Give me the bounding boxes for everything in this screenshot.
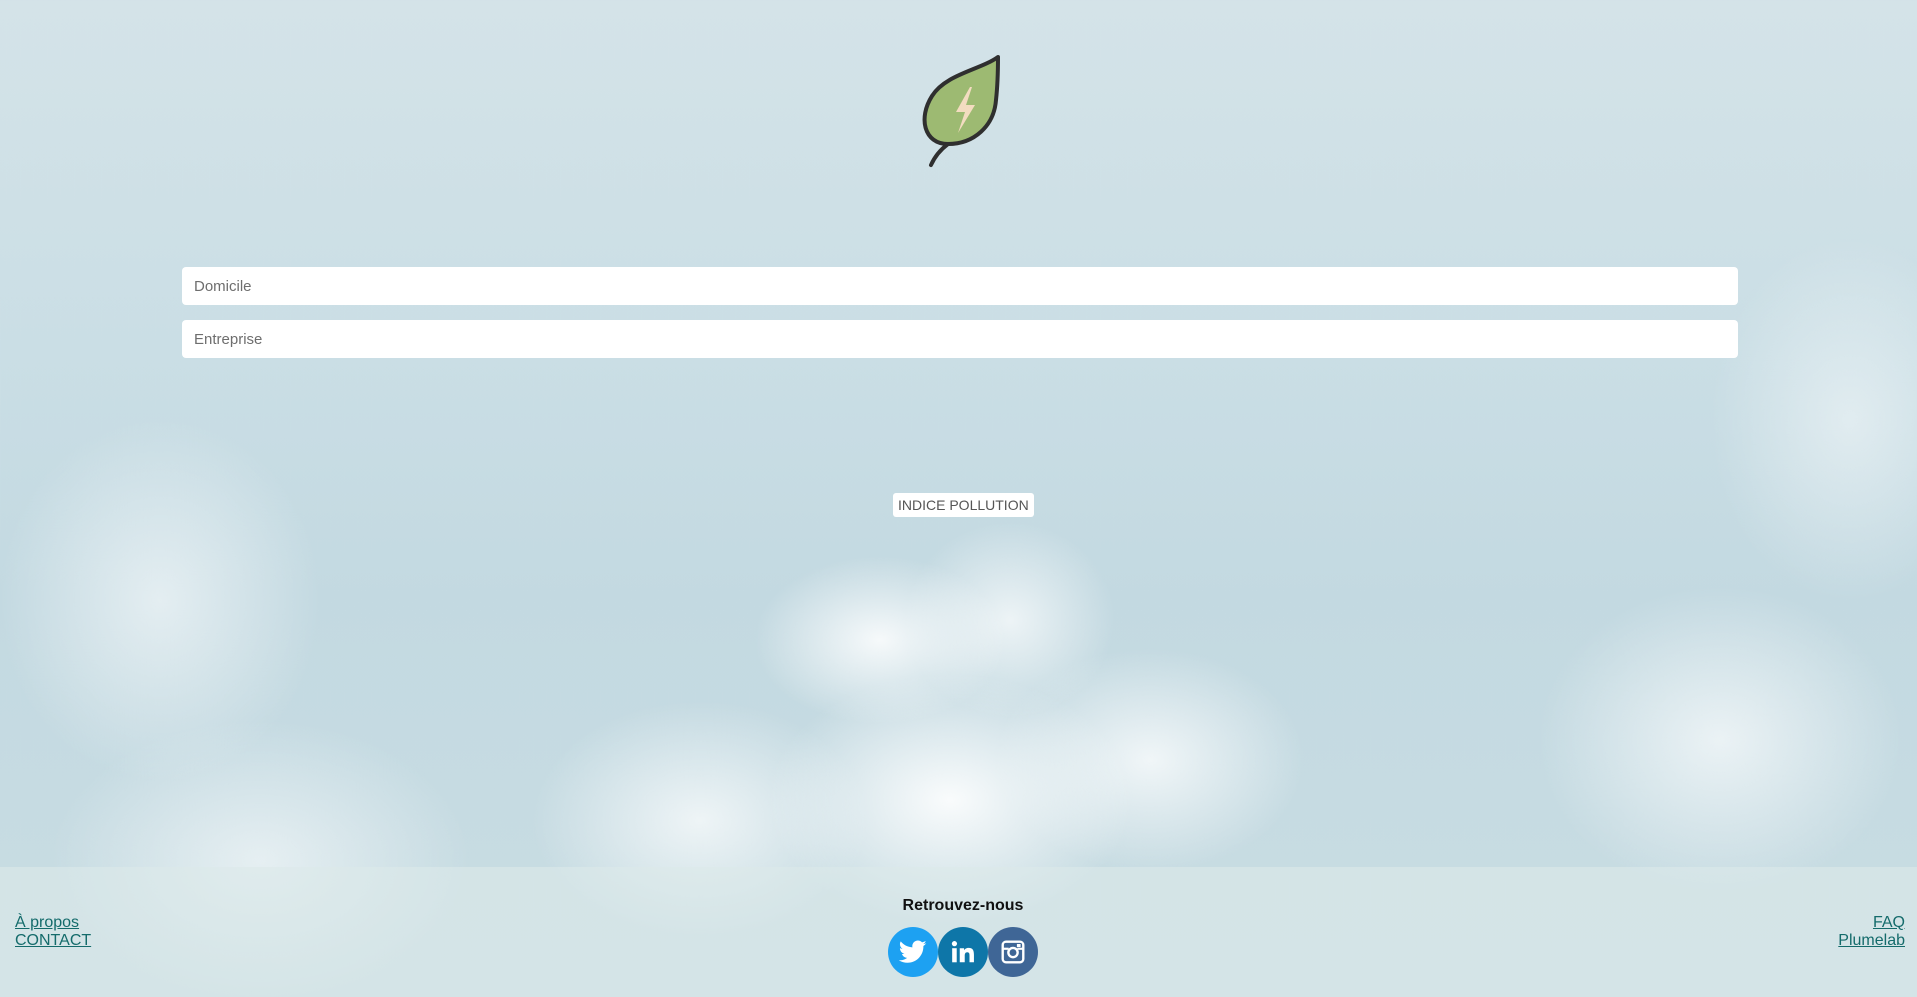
social-title: Retrouvez-nous	[902, 897, 1024, 914]
footer-right-links: FAQ Plumelab	[1838, 914, 1905, 950]
leaf-lightning-icon	[922, 55, 1000, 167]
social-icons	[0, 927, 1917, 977]
plumelab-link[interactable]: Plumelab	[1838, 932, 1905, 950]
faq-link[interactable]: FAQ	[1838, 914, 1905, 932]
linkedin-icon[interactable]	[938, 927, 988, 977]
social-section: Retrouvez-nous	[0, 897, 1917, 977]
instagram-icon[interactable]	[988, 927, 1038, 977]
home-address-input[interactable]	[182, 267, 1738, 305]
pollution-index-button[interactable]: INDICE POLLUTION	[893, 493, 1034, 517]
twitter-icon[interactable]	[888, 927, 938, 977]
company-address-input[interactable]	[182, 320, 1738, 358]
commute-form	[182, 267, 1738, 373]
footer: À propos CONTACT Retrouvez-nous FAQ Plum…	[0, 867, 1917, 997]
